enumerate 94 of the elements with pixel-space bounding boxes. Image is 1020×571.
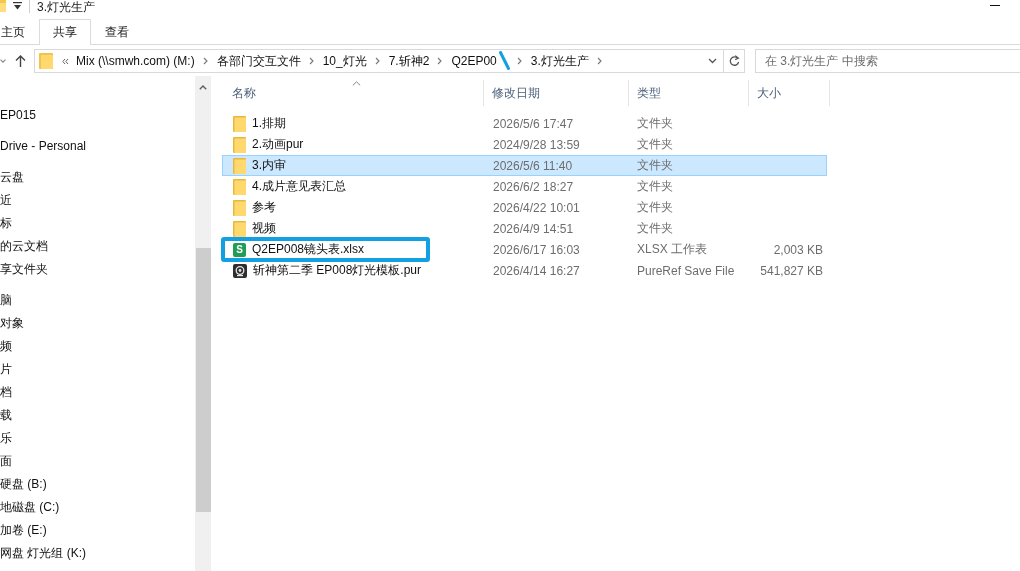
file-name: Q2EP008镜头表.xlsx [252, 241, 365, 258]
address-bar[interactable]: Mix (\\smwh.com) (M:) 各部门交互文件 10_灯光 7.斩神2 Q2EP00 3.灯光生产 [34, 49, 745, 73]
breadcrumb[interactable]: 3.灯光生产 [526, 50, 593, 72]
window-title: 3.灯光生产 [37, 0, 95, 14]
nav-item[interactable]: 面 [0, 450, 195, 473]
chevron-down-icon[interactable] [708, 58, 717, 64]
folder-icon [233, 178, 246, 195]
scroll-up-icon[interactable] [199, 85, 207, 90]
chevron-right-icon[interactable] [202, 57, 208, 65]
nav-item[interactable]: 乐 [0, 427, 195, 450]
folder-icon [233, 157, 246, 174]
spreadsheet-icon: S [233, 242, 246, 257]
modified-date: 2026/5/6 17:47 [492, 116, 575, 131]
nav-item[interactable]: Drive - Personal [0, 135, 195, 158]
file-type: XLSX 工作表 [636, 241, 709, 258]
nav-item[interactable]: EP015 [0, 104, 195, 127]
ribbon-tab[interactable]: 查看 [91, 19, 143, 45]
nav-item[interactable]: 地磁盘 (C:) [0, 496, 195, 519]
file-name: 1.排期 [252, 115, 286, 132]
file-name: 参考 [252, 199, 276, 216]
scrollbar-thumb[interactable] [195, 248, 211, 512]
file-row[interactable]: 4.成片意见表汇总 2026/6/2 18:27 文件夹 [222, 176, 827, 197]
column-header[interactable]: 大小 [749, 80, 830, 106]
nav-item[interactable]: 的云文档 [0, 235, 195, 258]
file-type: 文件夹 [636, 157, 674, 174]
folder-icon [39, 53, 53, 69]
nav-item[interactable]: 云盘 [0, 166, 195, 189]
file-row[interactable]: 3.内审 2026/5/6 11:40 文件夹 [222, 155, 827, 176]
search-field[interactable]: 在 3.灯光生产 中搜索 [755, 49, 1020, 73]
file-type: 文件夹 [636, 115, 674, 132]
dropdown-icon[interactable] [13, 2, 22, 10]
file-type: 文件夹 [636, 199, 674, 216]
up-arrow-icon[interactable] [15, 55, 26, 67]
modified-date: 2026/6/2 18:27 [492, 179, 575, 194]
nav-item[interactable]: 标 [0, 212, 195, 235]
scrollbar-track[interactable] [195, 76, 211, 571]
file-row[interactable]: 2.动画pur 2024/9/28 13:59 文件夹 [222, 134, 827, 155]
nav-item[interactable]: 近 [0, 189, 195, 212]
nav-item[interactable]: 硬盘 (B:) [0, 473, 195, 496]
nav-item[interactable]: 加卷 (E:) [0, 519, 195, 542]
modified-date: 2026/5/6 11:40 [492, 158, 574, 173]
folder-icon [0, 0, 6, 12]
file-size: 541,827 KB [759, 263, 824, 278]
refresh-icon[interactable] [729, 55, 740, 67]
nav-item[interactable]: 对象 [0, 312, 195, 335]
nav-item[interactable]: 网盘 灯光组 (K:) [0, 542, 195, 565]
breadcrumb[interactable]: 7.斩神2 [384, 50, 434, 72]
modified-date: 2026/4/9 14:51 [492, 221, 575, 236]
folder-icon [233, 199, 246, 216]
column-header[interactable]: 名称 [222, 80, 484, 106]
breadcrumb[interactable]: Mix (\\smwh.com) (M:) [72, 50, 199, 72]
modified-date: 2026/4/22 10:01 [492, 200, 581, 215]
file-type: 文件夹 [636, 136, 674, 153]
chevron-right-icon[interactable] [516, 57, 522, 65]
ribbon-tab[interactable]: 主页 [0, 19, 39, 45]
file-name: 2.动画pur [252, 136, 304, 153]
folder-icon [233, 136, 246, 153]
chevron-right-icon[interactable] [437, 57, 443, 65]
folder-icon [233, 115, 246, 132]
chevron-down-icon[interactable] [0, 59, 6, 63]
nav-item[interactable]: 脑 [0, 289, 195, 312]
ring-logo-icon [233, 263, 247, 278]
modified-date: 2026/4/14 16:27 [492, 263, 581, 278]
chevron-right-icon[interactable] [308, 57, 314, 65]
file-row[interactable]: 视频 2026/4/9 14:51 文件夹 [222, 218, 827, 239]
ribbon-tab[interactable]: 共享 [39, 19, 91, 45]
file-row[interactable]: 参考 2026/4/22 10:01 文件夹 [222, 197, 827, 218]
file-row[interactable]: 斩神第二季 EP008灯光模板.pur 2026/4/14 16:27 PureRef Save File 541,827 KB [222, 260, 827, 281]
nav-item[interactable]: 频 [0, 335, 195, 358]
modified-date: 2024/9/28 13:59 [492, 137, 581, 152]
breadcrumb[interactable]: 各部门交互文件 [212, 50, 305, 72]
file-row[interactable]: 1.排期 2026/5/6 17:47 文件夹 [222, 113, 827, 134]
file-size: 2,003 KB [772, 242, 824, 257]
breadcrumb[interactable]: 10_灯光 [318, 50, 371, 72]
file-row[interactable]: S Q2EP008镜头表.xlsx 2026/6/17 16:03 XLSX 工作表 2,003 KB [222, 239, 827, 260]
file-name: 斩神第二季 EP008灯光模板.pur [253, 262, 422, 279]
file-name: 3.内审 [252, 157, 286, 174]
file-name: 视频 [252, 220, 276, 237]
nav-item[interactable]: 载 [0, 404, 195, 427]
nav-item[interactable]: 档 [0, 381, 195, 404]
column-header[interactable]: 修改日期 [484, 80, 629, 106]
file-type: 文件夹 [636, 220, 674, 237]
file-name: 4.成片意见表汇总 [252, 178, 346, 195]
chevron-right-icon[interactable] [596, 57, 602, 65]
nav-item[interactable]: 片 [0, 358, 195, 381]
breadcrumb[interactable]: Q2EP00 [447, 50, 513, 72]
column-header[interactable]: 类型 [629, 80, 749, 106]
modified-date: 2026/6/17 16:03 [492, 242, 581, 257]
double-chevron-icon[interactable] [62, 57, 69, 65]
chevron-right-icon[interactable] [374, 57, 380, 65]
nav-item[interactable]: 享文件夹 [0, 258, 195, 281]
file-type: PureRef Save File [636, 263, 736, 278]
folder-icon [233, 220, 246, 237]
file-type: 文件夹 [636, 178, 674, 195]
